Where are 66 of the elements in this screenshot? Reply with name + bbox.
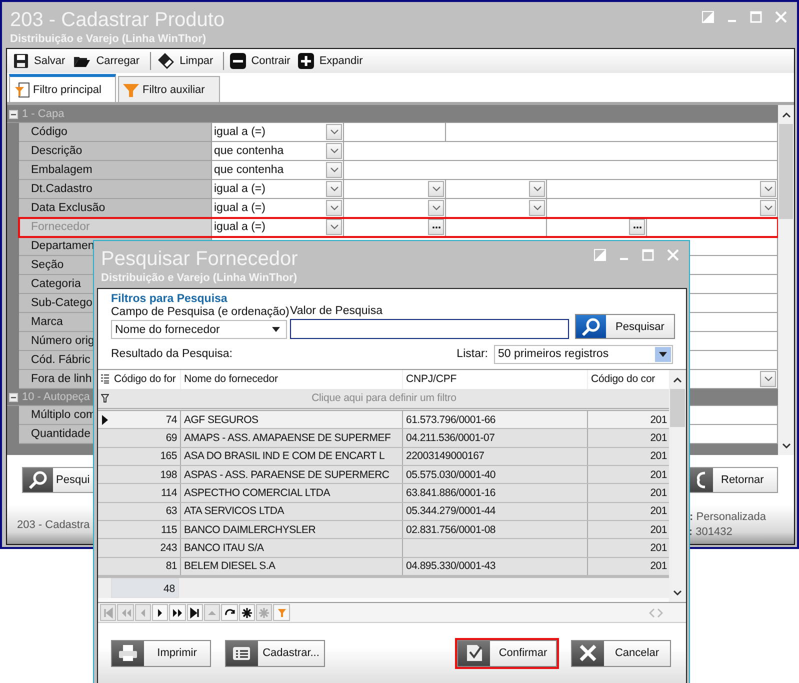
table-row[interactable]: 81 BELEM DIESEL S.A 04.895.330/0001-43 201	[98, 558, 669, 576]
list-select[interactable]: 50 primeiros registros	[494, 344, 673, 364]
table-row[interactable]: 198 ASPAS - ASS. PARAENSE DE SUPERMERC 05.575.030/0001-40 201	[98, 466, 669, 484]
toolbar-button[interactable]: Limpar	[154, 50, 220, 72]
operator-field[interactable]: igual a (=)	[212, 218, 344, 236]
field-label: Embalagem	[19, 161, 212, 179]
tab[interactable]: Filtro auxiliar	[118, 76, 220, 102]
table-cell: 69	[111, 429, 181, 447]
dialog-button[interactable]: Cancelar	[571, 640, 671, 666]
operator-field[interactable]: que contenha	[212, 161, 344, 179]
table-cell: AGF SEGUROS	[181, 410, 403, 428]
field-label: Descrição	[19, 142, 212, 160]
table-cell: 02.831.756/0001-08	[403, 520, 588, 538]
table-cell: ASPAS - ASS. PARAENSE DE SUPERMERC	[181, 466, 403, 484]
table-cell: 243	[111, 539, 181, 557]
table-row[interactable]: 243 BANCO ITAU S/A 201	[98, 539, 669, 558]
table-row[interactable]: 74 AGF SEGUROS 61.573.796/0001-66 201	[98, 410, 669, 430]
status-text: 203 - Cadastra	[17, 518, 90, 530]
table-cell: 63	[111, 502, 181, 520]
operator-field[interactable]: que contenha	[212, 142, 344, 160]
search-button[interactable]: Pesquisar	[575, 314, 675, 339]
table-cell: BANCO ITAU S/A	[181, 539, 403, 557]
table-cell: 63.841.886/0001-16	[403, 484, 588, 502]
dialog-button[interactable]: Cadastrar...	[225, 640, 325, 666]
table-cell: 61.573.796/0001-66	[403, 410, 588, 428]
table-row[interactable]: 165 ASA DO BRASIL IND E COM DE ENCART L 22003149000167 201	[98, 448, 669, 466]
table-cell: BELEM DIESEL S.A	[181, 558, 403, 575]
record-count: 48	[111, 578, 179, 598]
toolbar-button[interactable]: Contrair	[228, 50, 296, 72]
table-row[interactable]: 69 AMAPS - ASS. AMAPAENSE DE SUPERMEF 04.211.536/0001-07 201	[98, 429, 669, 448]
table-row[interactable]: 114 ASPECTHO COMERCIAL LTDA 63.841.886/0001-16 201	[98, 484, 669, 503]
tab[interactable]: Filtro principal	[9, 74, 116, 102]
table-cell: 165	[111, 448, 181, 465]
table-cell: 05.344.279/0001-44	[403, 502, 588, 520]
table-cell: 114	[111, 484, 181, 502]
table-cell: 198	[111, 466, 181, 484]
table-cell: 04.211.536/0001-07	[403, 429, 588, 447]
field-label: Dt.Cadastro	[19, 180, 212, 198]
table-cell: ASPECTHO COMERCIAL LTDA	[181, 484, 403, 502]
table-cell: 05.575.030/0001-40	[403, 466, 588, 484]
dialog-button[interactable]: Imprimir	[111, 640, 211, 666]
field-label: Valor de Pesquisa	[290, 305, 384, 317]
table-cell: 04.895.330/0001-43	[403, 558, 588, 575]
table-row[interactable]: 115 BANCO DAIMLERCHYSLER 02.831.756/0001-08 201	[98, 520, 669, 540]
list-label: Listar:	[456, 348, 488, 360]
field-label: Data Exclusão	[19, 199, 212, 217]
table-cell: 81	[111, 558, 181, 575]
table-cell: 22003149000167	[403, 448, 588, 465]
toolbar-button[interactable]: Salvar	[11, 50, 72, 72]
group-title: 10 - Autopeça	[22, 391, 90, 403]
operator-field[interactable]: igual a (=)	[212, 123, 344, 141]
toolbar-button[interactable]: Expandir	[296, 50, 369, 72]
table-row[interactable]: 63 ATA SERVICOS LTDA 05.344.279/0001-44 201	[98, 502, 669, 521]
table-cell: ATA SERVICOS LTDA	[181, 502, 403, 520]
operator-field[interactable]: igual a (=)	[212, 180, 344, 198]
group-title: 1 - Capa	[22, 108, 64, 120]
table-cell: 74	[111, 410, 181, 428]
dialog-button[interactable]: Confirmar	[457, 640, 557, 666]
table-cell: ASA DO BRASIL IND E COM DE ENCART L	[181, 448, 403, 465]
field-label: Código	[19, 123, 212, 141]
table-cell: BANCO DAIMLERCHYSLER	[181, 520, 403, 538]
table-cell: AMAPS - ASS. AMAPAENSE DE SUPERMEF	[181, 429, 403, 447]
search-field-select[interactable]: Nome do fornecedor	[111, 320, 287, 339]
table-cell: 115	[111, 520, 181, 538]
field-label: Fornecedor	[19, 218, 212, 236]
toolbar-button[interactable]: Carregar	[71, 50, 146, 72]
